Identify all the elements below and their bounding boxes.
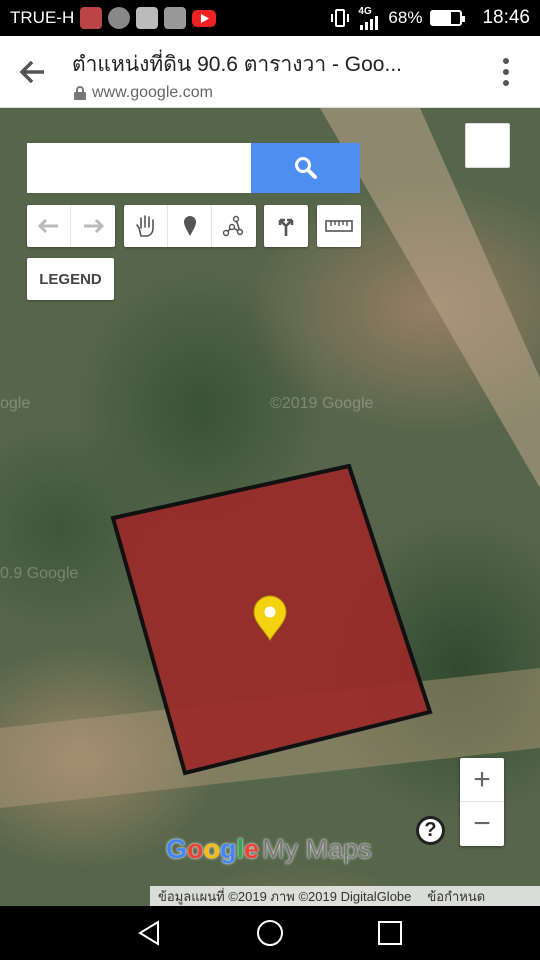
clock: 18:46 — [482, 7, 530, 28]
attribution-text: ข้อมูลแผนที่ ©2019 ภาพ ©2019 DigitalGlob… — [158, 888, 412, 904]
measure-toolbar — [317, 205, 361, 247]
search-input[interactable] — [27, 143, 251, 193]
nav-recents-icon[interactable] — [376, 919, 404, 947]
draw-line-icon — [222, 215, 244, 237]
logo-letter: l — [236, 834, 245, 864]
fullscreen-button[interactable] — [465, 123, 510, 168]
draw-toolbar — [124, 205, 256, 247]
directions-button[interactable] — [264, 205, 308, 247]
google-my-maps-logo: Google My Maps — [166, 834, 372, 868]
url-text: www.google.com — [92, 84, 213, 101]
youtube-icon — [192, 9, 217, 27]
logo-letter: e — [244, 834, 260, 864]
page-title: ตำแหน่งที่ดิน 90.6 ตารางวา - Goo... — [72, 53, 402, 76]
carrier-label: TRUE-H — [10, 8, 75, 27]
undo-icon — [37, 218, 58, 234]
terms-link[interactable]: ข้อกำหนด — [427, 886, 485, 907]
contact-avatar-icon — [80, 7, 103, 29]
profile-icon — [164, 7, 187, 29]
history-toolbar — [27, 205, 115, 247]
svg-text:0.9 Google: 0.9 Google — [0, 565, 78, 582]
svg-text:ogle: ogle — [0, 395, 30, 412]
back-arrow-icon[interactable] — [18, 58, 48, 86]
signal-icon — [360, 15, 379, 30]
zoom-in-button[interactable]: + — [460, 758, 504, 802]
undo-button[interactable] — [27, 205, 71, 247]
directions-icon — [278, 218, 294, 236]
logo-letter: g — [220, 834, 237, 864]
logo-letter: o — [187, 834, 204, 864]
lock-icon — [74, 86, 86, 100]
zoom-controls: + − — [460, 758, 504, 846]
battery-percent: 68% — [388, 8, 423, 27]
system-nav-bar — [0, 906, 540, 960]
directions-toolbar — [264, 205, 308, 247]
settings-icon — [108, 7, 131, 29]
map-attribution: ข้อมูลแผนที่ ©2019 ภาพ ©2019 DigitalGlob… — [150, 886, 540, 906]
zoom-out-button[interactable]: − — [460, 802, 504, 846]
svg-text:©2019 Google: ©2019 Google — [270, 395, 374, 412]
battery-icon — [430, 10, 466, 26]
google-wordmark: Google — [166, 834, 259, 865]
gallery-icon — [136, 7, 159, 29]
browser-toolbar: ตำแหน่งที่ดิน 90.6 ตารางวา - Goo... www.… — [0, 36, 540, 108]
nav-home-icon[interactable] — [256, 919, 284, 947]
legend-button[interactable]: LEGEND — [27, 258, 114, 300]
url-row[interactable]: www.google.com — [74, 84, 213, 102]
help-button[interactable]: ? — [416, 816, 445, 845]
add-marker-button[interactable] — [168, 205, 212, 247]
hand-icon — [135, 215, 154, 237]
my-maps-wordmark: My Maps — [262, 834, 372, 864]
draw-line-button[interactable] — [212, 205, 256, 247]
network-type: 4G — [358, 5, 372, 17]
pan-tool-button[interactable] — [124, 205, 168, 247]
search-button[interactable] — [251, 143, 360, 193]
redo-icon — [84, 218, 104, 234]
nav-back-icon[interactable] — [136, 919, 164, 947]
redo-button[interactable] — [71, 205, 115, 247]
map-view[interactable]: ogle ©2019 Google 0.9 Google LEGEND + − … — [0, 108, 540, 906]
vibrate-icon — [331, 9, 350, 27]
search-icon — [294, 157, 317, 179]
measure-button[interactable] — [317, 205, 361, 247]
status-bar: TRUE-H 4G 68% 18:46 — [0, 0, 540, 36]
ruler-icon — [325, 220, 353, 232]
marker-icon — [183, 216, 196, 236]
logo-letter: o — [203, 834, 221, 864]
logo-letter: G — [166, 834, 188, 864]
overflow-menu-icon[interactable] — [502, 58, 510, 86]
